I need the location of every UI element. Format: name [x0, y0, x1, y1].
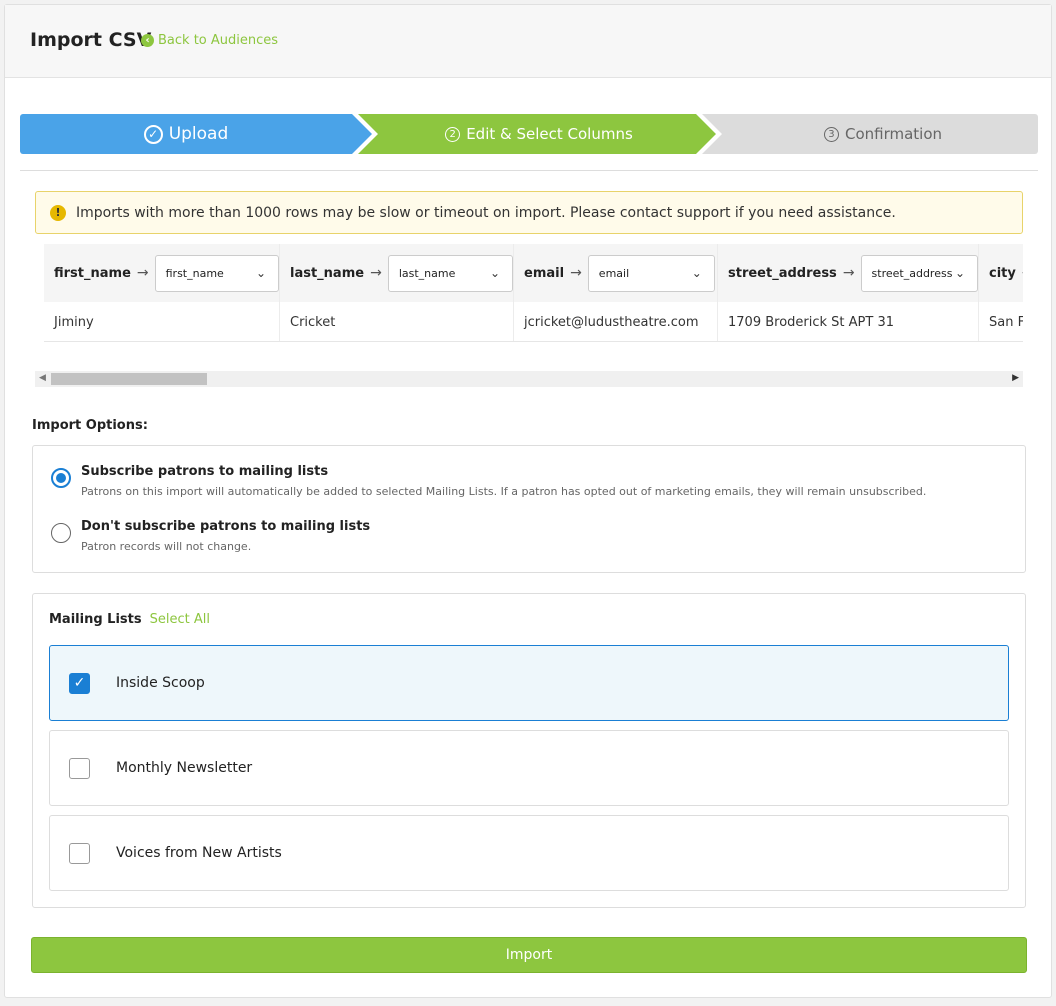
- chevron-down-icon: ⌄: [489, 266, 500, 280]
- step-label: Edit & Select Columns: [466, 125, 633, 143]
- column-mapping-select[interactable]: street_address ⌄: [860, 254, 978, 292]
- arrow-right-icon: →: [842, 265, 855, 281]
- column-mapping-select[interactable]: email ⌄: [587, 254, 715, 292]
- select-value: email: [598, 266, 630, 280]
- step-number-icon: 2: [445, 126, 461, 142]
- column-name: first_name: [54, 265, 131, 281]
- option-dont-subscribe[interactable]: Don't subscribe patrons to mailing lists…: [51, 519, 370, 553]
- table-cell: Cricket: [290, 314, 336, 330]
- mailing-list-label: Monthly Newsletter: [116, 760, 253, 776]
- option-subscribe[interactable]: Subscribe patrons to mailing lists Patro…: [51, 464, 926, 498]
- column-header: street_address → street_address ⌄: [718, 244, 979, 302]
- select-value: street_address: [871, 266, 953, 280]
- column-mapping-select[interactable]: first_name ⌄: [154, 254, 279, 292]
- chevron-down-icon: ⌄: [691, 266, 702, 280]
- arrow-right-icon: →: [136, 265, 149, 281]
- mailing-list-item[interactable]: Voices from New Artists: [49, 815, 1009, 891]
- checkbox-unchecked-icon[interactable]: [69, 757, 90, 779]
- arrow-right-icon: →: [1022, 265, 1023, 281]
- horizontal-scrollbar[interactable]: ◀ ▶: [35, 371, 1023, 387]
- warning-icon: !: [50, 204, 66, 221]
- step-edit-select-columns[interactable]: 2 Edit & Select Columns: [358, 114, 716, 154]
- page-title: Import CSV: [30, 29, 152, 51]
- arrow-left-circle-icon: ‹: [141, 34, 154, 47]
- import-button[interactable]: Import: [31, 937, 1027, 973]
- table-cell: San Francisco: [989, 314, 1023, 330]
- column-header: email → email ⌄: [514, 244, 718, 302]
- select-value: first_name: [165, 266, 224, 280]
- checkbox-unchecked-icon[interactable]: [69, 842, 90, 864]
- progress-steps: ✓ Upload 2 Edit & Select Columns 3 Confi…: [20, 114, 1038, 154]
- scroll-left-arrow-icon[interactable]: ◀: [39, 373, 46, 383]
- column-name: street_address: [728, 265, 837, 281]
- mailing-lists-title: Mailing Lists: [49, 612, 142, 627]
- arrow-right-icon: →: [570, 265, 582, 281]
- radio-unselected-icon[interactable]: [51, 523, 71, 543]
- step-confirmation[interactable]: 3 Confirmation: [702, 114, 1038, 154]
- alert-text: Imports with more than 1000 rows may be …: [76, 204, 896, 221]
- column-mapping-select[interactable]: last_name ⌄: [387, 254, 513, 292]
- import-csv-card: Import CSV ‹ Back to Audiences ✓ Upload …: [4, 4, 1052, 998]
- back-link-label: Back to Audiences: [158, 33, 279, 48]
- table-cell: Jiminy: [54, 314, 94, 330]
- arrow-right-icon: →: [370, 265, 382, 281]
- option-description: Patrons on this import will automaticall…: [81, 485, 927, 498]
- checkbox-checked-icon[interactable]: ✓: [69, 672, 90, 694]
- scrollbar-thumb[interactable]: [51, 373, 207, 385]
- column-name: email: [524, 265, 565, 281]
- table-cell: 1709 Broderick St APT 31: [728, 314, 894, 330]
- column-header: city →: [979, 244, 1023, 302]
- column-name: last_name: [290, 265, 365, 281]
- scroll-right-arrow-icon[interactable]: ▶: [1012, 373, 1019, 383]
- step-label: Upload: [168, 124, 229, 144]
- select-value: last_name: [398, 266, 456, 280]
- step-upload[interactable]: ✓ Upload: [20, 114, 372, 154]
- option-label: Don't subscribe patrons to mailing lists: [81, 519, 371, 534]
- step-label: Confirmation: [844, 125, 943, 143]
- import-options-title: Import Options:: [32, 418, 148, 433]
- check-circle-icon: ✓: [143, 124, 163, 144]
- import-options-box: Subscribe patrons to mailing lists Patro…: [32, 445, 1026, 573]
- mailing-list-label: Inside Scoop: [116, 675, 205, 691]
- warning-alert: ! Imports with more than 1000 rows may b…: [35, 191, 1023, 234]
- column-name: city: [989, 265, 1016, 281]
- option-label: Subscribe patrons to mailing lists: [81, 464, 329, 479]
- radio-selected-icon[interactable]: [51, 468, 71, 488]
- select-all-link[interactable]: Select All: [150, 612, 210, 627]
- chevron-down-icon: ⌄: [954, 266, 965, 280]
- table-header-row: first_name → first_name ⌄ last_name → la…: [44, 244, 1023, 302]
- table-row: Jiminy Cricket jcricket@ludustheatre.com…: [44, 302, 1023, 341]
- mailing-list-item[interactable]: ✓ Inside Scoop: [49, 645, 1009, 721]
- step-number-icon: 3: [823, 126, 839, 142]
- table-cell: jcricket@ludustheatre.com: [524, 314, 699, 330]
- page-header: Import CSV ‹ Back to Audiences: [5, 5, 1051, 78]
- back-to-audiences-link[interactable]: ‹ Back to Audiences: [141, 33, 278, 48]
- mailing-lists-header: Mailing Lists Select All: [49, 612, 210, 627]
- mailing-list-item[interactable]: Monthly Newsletter: [49, 730, 1009, 806]
- divider: [20, 170, 1038, 171]
- option-description: Patron records will not change.: [81, 540, 252, 553]
- mailing-list-label: Voices from New Artists: [116, 845, 282, 861]
- column-header: last_name → last_name ⌄: [280, 244, 514, 302]
- chevron-down-icon: ⌄: [255, 266, 266, 280]
- csv-preview-table: first_name → first_name ⌄ last_name → la…: [44, 244, 1023, 342]
- column-header: first_name → first_name ⌄: [44, 244, 280, 302]
- mailing-lists-box: Mailing Lists Select All ✓ Inside Scoop …: [32, 593, 1026, 908]
